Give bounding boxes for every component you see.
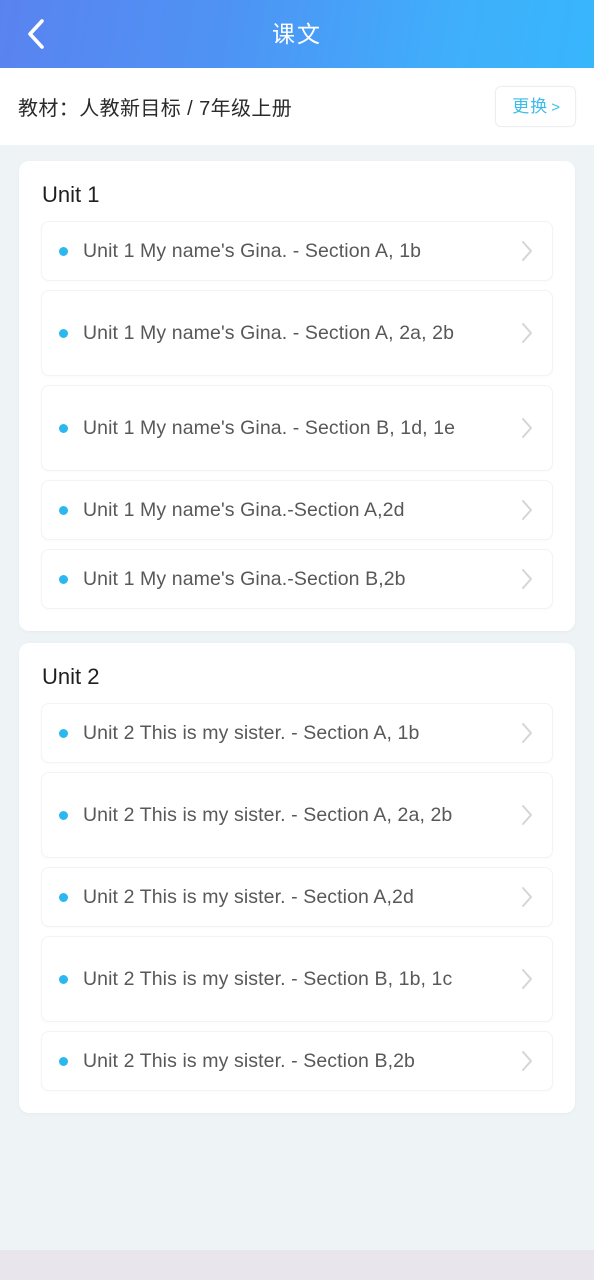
bullet-icon	[59, 505, 68, 515]
chevron-right-icon	[512, 1049, 542, 1073]
bullet-icon	[59, 328, 68, 338]
lesson-label: Unit 1 My name's Gina. - Section A, 2a, …	[83, 322, 455, 345]
change-textbook-button[interactable]: 更换 >	[495, 86, 576, 127]
unit-card: Unit 2 Unit 2 This is my sister. - Secti…	[19, 643, 575, 1114]
chevron-right-icon	[512, 321, 542, 345]
textbook-bar: 教材：人教新目标 / 7年级上册 更换 >	[0, 68, 594, 145]
navigation-bar: 课文	[0, 0, 594, 68]
chevron-right-icon	[512, 416, 542, 440]
bullet-icon	[59, 728, 68, 738]
lesson-label: Unit 2 This is my sister. - Section B,2b	[83, 1050, 416, 1073]
lesson-label: Unit 2 This is my sister. - Section A, 1…	[83, 722, 420, 745]
bullet-icon	[59, 974, 68, 984]
chevron-right-icon	[512, 721, 542, 745]
lesson-row[interactable]: Unit 1 My name's Gina. - Section B, 1d, …	[41, 385, 553, 472]
lesson-label: Unit 1 My name's Gina.-Section A,2d	[83, 499, 405, 522]
lesson-row[interactable]: Unit 2 This is my sister. - Section B,2b	[41, 1031, 553, 1092]
page-title: 课文	[272, 20, 322, 47]
lesson-label: Unit 1 My name's Gina. - Section A, 1b	[83, 240, 422, 263]
bullet-icon	[59, 574, 68, 584]
change-textbook-label: 更换	[512, 97, 549, 116]
bullet-icon	[59, 246, 68, 256]
lesson-row[interactable]: Unit 1 My name's Gina. - Section A, 1b	[41, 221, 553, 282]
lesson-row[interactable]: Unit 2 This is my sister. - Section A, 2…	[41, 772, 553, 859]
bullet-icon	[59, 810, 68, 820]
chevron-right-icon	[512, 239, 542, 263]
chevron-left-icon	[25, 17, 47, 51]
unit-card: Unit 1 Unit 1 My name's Gina. - Section …	[19, 161, 575, 632]
chevron-right-icon	[512, 498, 542, 522]
unit-title: Unit 2	[42, 664, 100, 690]
lesson-label: Unit 2 This is my sister. - Section A, 2…	[83, 804, 453, 827]
lesson-row[interactable]: Unit 2 This is my sister. - Section B, 1…	[41, 936, 553, 1023]
bullet-icon	[59, 1056, 68, 1066]
app-screen: 课文 教材：人教新目标 / 7年级上册 更换 > Unit 1 Unit 1 My…	[0, 0, 594, 1280]
chevron-right-icon: >	[551, 99, 561, 116]
lesson-label: Unit 1 My name's Gina.-Section B,2b	[83, 568, 406, 591]
chevron-right-icon	[512, 803, 542, 827]
lesson-row[interactable]: Unit 2 This is my sister. - Section A,2d	[41, 867, 553, 928]
bullet-icon	[59, 892, 68, 902]
lesson-row[interactable]: Unit 1 My name's Gina. - Section A, 2a, …	[41, 290, 553, 377]
lesson-row[interactable]: Unit 1 My name's Gina.-Section B,2b	[41, 549, 553, 610]
lesson-label: Unit 1 My name's Gina. - Section B, 1d, …	[83, 417, 456, 440]
bullet-icon	[59, 423, 68, 433]
lesson-row[interactable]: Unit 2 This is my sister. - Section A, 1…	[41, 703, 553, 764]
lesson-label: Unit 2 This is my sister. - Section A,2d	[83, 886, 414, 909]
chevron-right-icon	[512, 885, 542, 909]
lesson-label: Unit 2 This is my sister. - Section B, 1…	[83, 968, 453, 991]
back-button[interactable]	[8, 0, 64, 68]
bottom-system-bar	[0, 1250, 594, 1280]
textbook-label: 教材：人教新目标 / 7年级上册	[18, 98, 293, 120]
unit-title: Unit 1	[42, 182, 100, 207]
lesson-row[interactable]: Unit 1 My name's Gina.-Section A,2d	[41, 480, 553, 541]
chevron-right-icon	[512, 567, 542, 591]
unit-list-scroll[interactable]: Unit 1 Unit 1 My name's Gina. - Section …	[0, 145, 594, 1280]
chevron-right-icon	[512, 967, 542, 991]
